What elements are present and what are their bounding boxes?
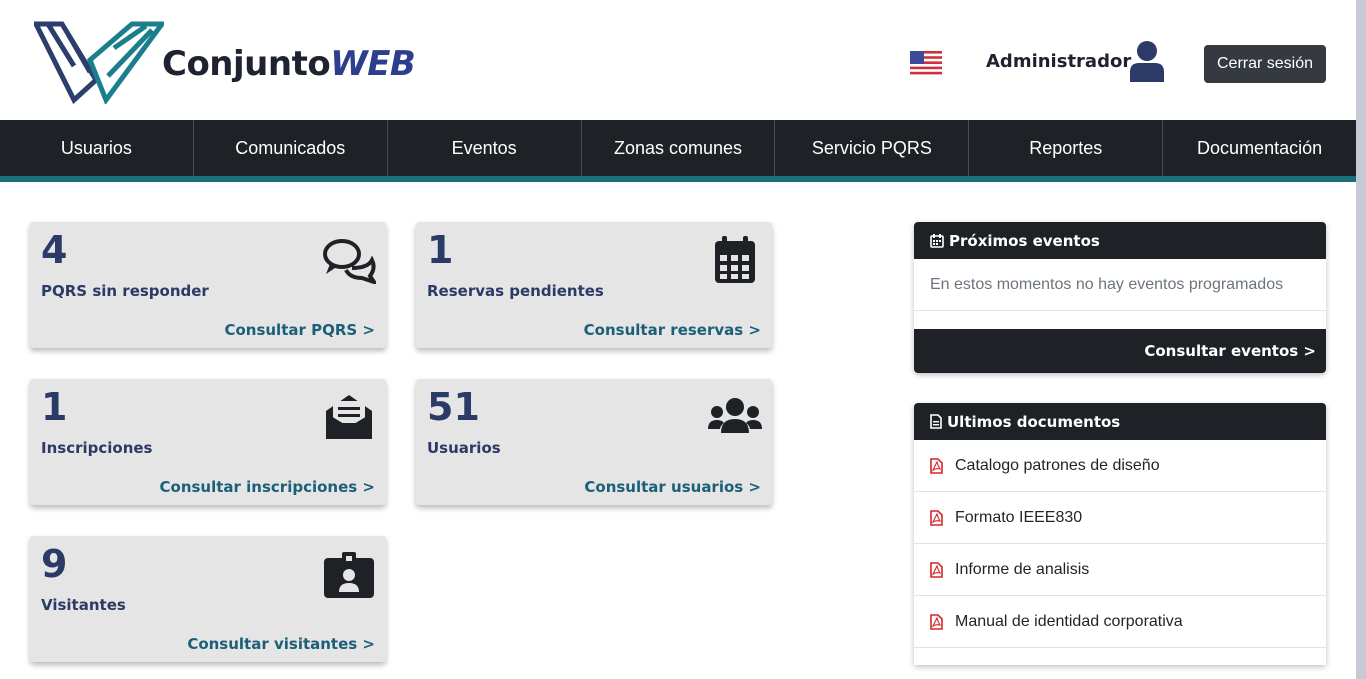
us-flag-icon[interactable] xyxy=(910,51,942,75)
nav-item-eventos[interactable]: Eventos xyxy=(388,120,582,176)
calendar-icon xyxy=(715,236,755,283)
stat-label: Reservas pendientes xyxy=(427,282,604,300)
nav-item-servicio-pqrs[interactable]: Servicio PQRS xyxy=(775,120,970,176)
header: ConjuntoWEB Administrador Cerrar sesión xyxy=(0,0,1356,120)
document-item[interactable]: Catalogo patrones de diseño xyxy=(914,440,1326,492)
stat-count: 4 xyxy=(41,228,68,272)
events-panel-header: Próximos eventos xyxy=(914,222,1326,259)
nav-item-usuarios[interactable]: Usuarios xyxy=(0,120,194,176)
consultar-reservas-link[interactable]: Consultar reservas > xyxy=(584,321,761,339)
stat-card-reservas: 1 Reservas pendientes Consultar reservas… xyxy=(416,222,772,348)
nav-item-documentacion[interactable]: Documentación xyxy=(1163,120,1356,176)
document-name: Catalogo patrones de diseño xyxy=(955,456,1160,474)
document-name: Informe de analisis xyxy=(955,560,1090,578)
consultar-inscripciones-link[interactable]: Consultar inscripciones > xyxy=(160,478,375,496)
pdf-file-icon xyxy=(930,509,943,526)
users-icon xyxy=(708,398,762,433)
stat-label: Inscripciones xyxy=(41,439,153,457)
file-icon xyxy=(930,414,942,429)
stat-card-visitantes: 9 Visitantes Consultar visitantes > xyxy=(30,536,386,662)
comments-icon xyxy=(323,239,376,284)
logout-button[interactable]: Cerrar sesión xyxy=(1204,45,1326,83)
envelope-open-icon xyxy=(326,395,372,439)
stat-label: Visitantes xyxy=(41,596,126,614)
id-badge-icon xyxy=(324,552,374,598)
documents-panel: Ultimos documentos Catalogo patrones de … xyxy=(914,403,1326,665)
pdf-file-icon xyxy=(930,613,943,630)
user-icon[interactable] xyxy=(1128,40,1166,82)
nav-item-reportes[interactable]: Reportes xyxy=(969,120,1164,176)
stat-label: Usuarios xyxy=(427,439,501,457)
logo[interactable]: ConjuntoWEB xyxy=(31,20,416,106)
consultar-eventos-link[interactable]: Consultar eventos > xyxy=(914,329,1326,373)
logo-mark-icon xyxy=(31,21,167,106)
consultar-usuarios-link[interactable]: Consultar usuarios > xyxy=(584,478,761,496)
nav-item-comunicados[interactable]: Comunicados xyxy=(194,120,388,176)
stat-count: 1 xyxy=(427,228,454,272)
document-item[interactable]: Informe de analisis xyxy=(914,544,1326,596)
stat-count: 1 xyxy=(41,385,68,429)
document-item[interactable]: Formato IEEE830 xyxy=(914,492,1326,544)
events-panel: Próximos eventos En estos momentos no ha… xyxy=(914,222,1326,373)
logo-text: ConjuntoWEB xyxy=(162,44,416,84)
nav-accent-bar xyxy=(0,176,1356,182)
user-name: Administrador xyxy=(986,51,1132,72)
events-empty-message: En estos momentos no hay eventos program… xyxy=(914,259,1326,311)
documents-panel-header: Ultimos documentos xyxy=(914,403,1326,440)
document-name: Manual de identidad corporativa xyxy=(955,612,1183,630)
stat-label: PQRS sin responder xyxy=(41,282,209,300)
calendar-icon xyxy=(930,233,944,248)
documents-panel-title: Ultimos documentos xyxy=(947,412,1121,431)
main-nav: Usuarios Comunicados Eventos Zonas comun… xyxy=(0,120,1356,176)
consultar-pqrs-link[interactable]: Consultar PQRS > xyxy=(224,321,375,339)
pdf-file-icon xyxy=(930,457,943,474)
stat-card-usuarios: 51 Usuarios Consultar usuarios > xyxy=(416,379,772,505)
document-item[interactable]: Manual de identidad corporativa xyxy=(914,596,1326,648)
stat-count: 9 xyxy=(41,542,68,586)
vertical-scrollbar[interactable] xyxy=(1356,0,1366,679)
stat-card-pqrs: 4 PQRS sin responder Consultar PQRS > xyxy=(30,222,386,348)
pdf-file-icon xyxy=(930,561,943,578)
nav-item-zonas-comunes[interactable]: Zonas comunes xyxy=(582,120,776,176)
consultar-visitantes-link[interactable]: Consultar visitantes > xyxy=(187,635,375,653)
document-name: Formato IEEE830 xyxy=(955,508,1083,526)
stat-card-inscripciones: 1 Inscripciones Consultar inscripciones … xyxy=(30,379,386,505)
stat-count: 51 xyxy=(427,385,480,429)
events-panel-title: Próximos eventos xyxy=(949,231,1100,250)
